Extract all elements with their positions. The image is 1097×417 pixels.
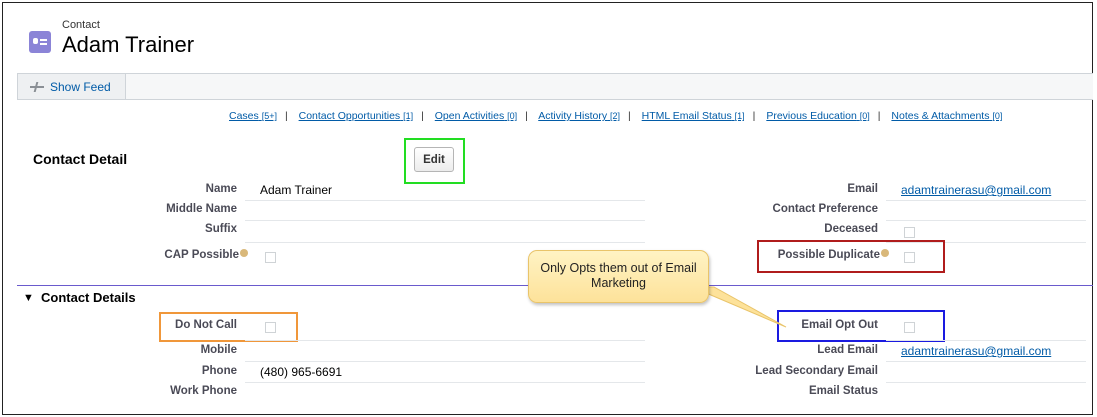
show-feed-button[interactable]: Show Feed bbox=[18, 74, 126, 99]
field-label-email-status: Email Status bbox=[808, 385, 878, 397]
row-divider bbox=[886, 200, 1086, 201]
callout-note: Only Opts them out of Email Marketing bbox=[528, 250, 709, 303]
field-label-work-phone: Work Phone bbox=[170, 385, 237, 397]
row-divider bbox=[245, 220, 645, 221]
related-list-links: Cases [5+] | Contact Opportunities [1] | O… bbox=[229, 110, 1002, 122]
deceased-checkbox bbox=[904, 227, 915, 238]
separator: | bbox=[421, 110, 424, 122]
cap-possible-checkbox bbox=[265, 252, 276, 263]
row-divider bbox=[886, 220, 1086, 221]
row-divider bbox=[245, 382, 645, 383]
row-divider bbox=[886, 340, 1086, 341]
separator: | bbox=[525, 110, 528, 122]
show-feed-label: Show Feed bbox=[50, 79, 111, 94]
object-type-label: Contact bbox=[62, 19, 100, 31]
field-label-do-not-call: Do Not Call bbox=[175, 319, 237, 331]
related-link-notes-attachments[interactable]: Notes & Attachments [0] bbox=[891, 110, 1002, 122]
feed-icon bbox=[30, 82, 44, 92]
possible-duplicate-checkbox bbox=[904, 252, 915, 263]
do-not-call-checkbox bbox=[265, 322, 276, 333]
related-link-html-email-status[interactable]: HTML Email Status [1] bbox=[642, 110, 745, 122]
lead-email-link[interactable]: adamtrainerasu@gmail.com bbox=[901, 344, 1051, 358]
field-label-phone: Phone bbox=[201, 365, 237, 377]
separator: | bbox=[628, 110, 631, 122]
field-label-cap-possible: CAP Possible bbox=[164, 249, 248, 261]
related-link-open-activities[interactable]: Open Activities [0] bbox=[435, 110, 517, 122]
separator: | bbox=[877, 110, 881, 122]
row-divider bbox=[886, 361, 1086, 362]
field-label-deceased: Deceased bbox=[824, 223, 878, 235]
field-label-possible-duplicate: Possible Duplicate bbox=[778, 249, 889, 261]
feed-bar: Show Feed bbox=[17, 73, 1093, 100]
related-link-activity-history[interactable]: Activity History [2] bbox=[538, 110, 620, 122]
field-label-mobile: Mobile bbox=[200, 344, 237, 356]
related-link-cases[interactable]: Cases [5+] bbox=[229, 110, 277, 122]
field-label-contact-preference: Contact Preference bbox=[772, 203, 878, 215]
help-icon[interactable] bbox=[881, 249, 889, 257]
edit-button[interactable]: Edit bbox=[414, 147, 454, 172]
field-label-email: Email bbox=[847, 183, 878, 195]
field-value-phone: (480) 965-6691 bbox=[260, 365, 343, 379]
field-value-name: Adam Trainer bbox=[260, 183, 333, 197]
field-label-middle-name: Middle Name bbox=[166, 203, 237, 215]
field-label-suffix: Suffix bbox=[205, 223, 237, 235]
row-divider bbox=[886, 382, 1086, 383]
email-link[interactable]: adamtrainerasu@gmail.com bbox=[901, 183, 1051, 197]
field-label-lead-secondary-email: Lead Secondary Email bbox=[755, 365, 878, 377]
field-label-email-opt-out: Email Opt Out bbox=[801, 319, 878, 331]
contact-detail-title: Contact Detail bbox=[33, 151, 128, 167]
separator: | bbox=[284, 110, 288, 122]
contact-card-icon bbox=[29, 31, 51, 53]
help-icon[interactable] bbox=[240, 249, 248, 257]
separator: | bbox=[752, 110, 756, 122]
related-link-previous-education[interactable]: Previous Education [0] bbox=[766, 110, 869, 122]
row-divider bbox=[245, 200, 645, 201]
collapse-triangle-icon[interactable]: ▼ bbox=[23, 292, 34, 304]
field-label-name: Name bbox=[205, 183, 237, 195]
row-divider bbox=[245, 340, 645, 341]
related-link-contact-opportunities[interactable]: Contact Opportunities [1] bbox=[299, 110, 414, 122]
contact-details-title: Contact Details bbox=[41, 290, 136, 305]
page-title: Adam Trainer bbox=[62, 32, 195, 57]
field-label-lead-email: Lead Email bbox=[817, 344, 878, 356]
email-opt-out-checkbox bbox=[904, 322, 915, 333]
row-divider bbox=[245, 242, 645, 243]
row-divider bbox=[245, 361, 645, 362]
